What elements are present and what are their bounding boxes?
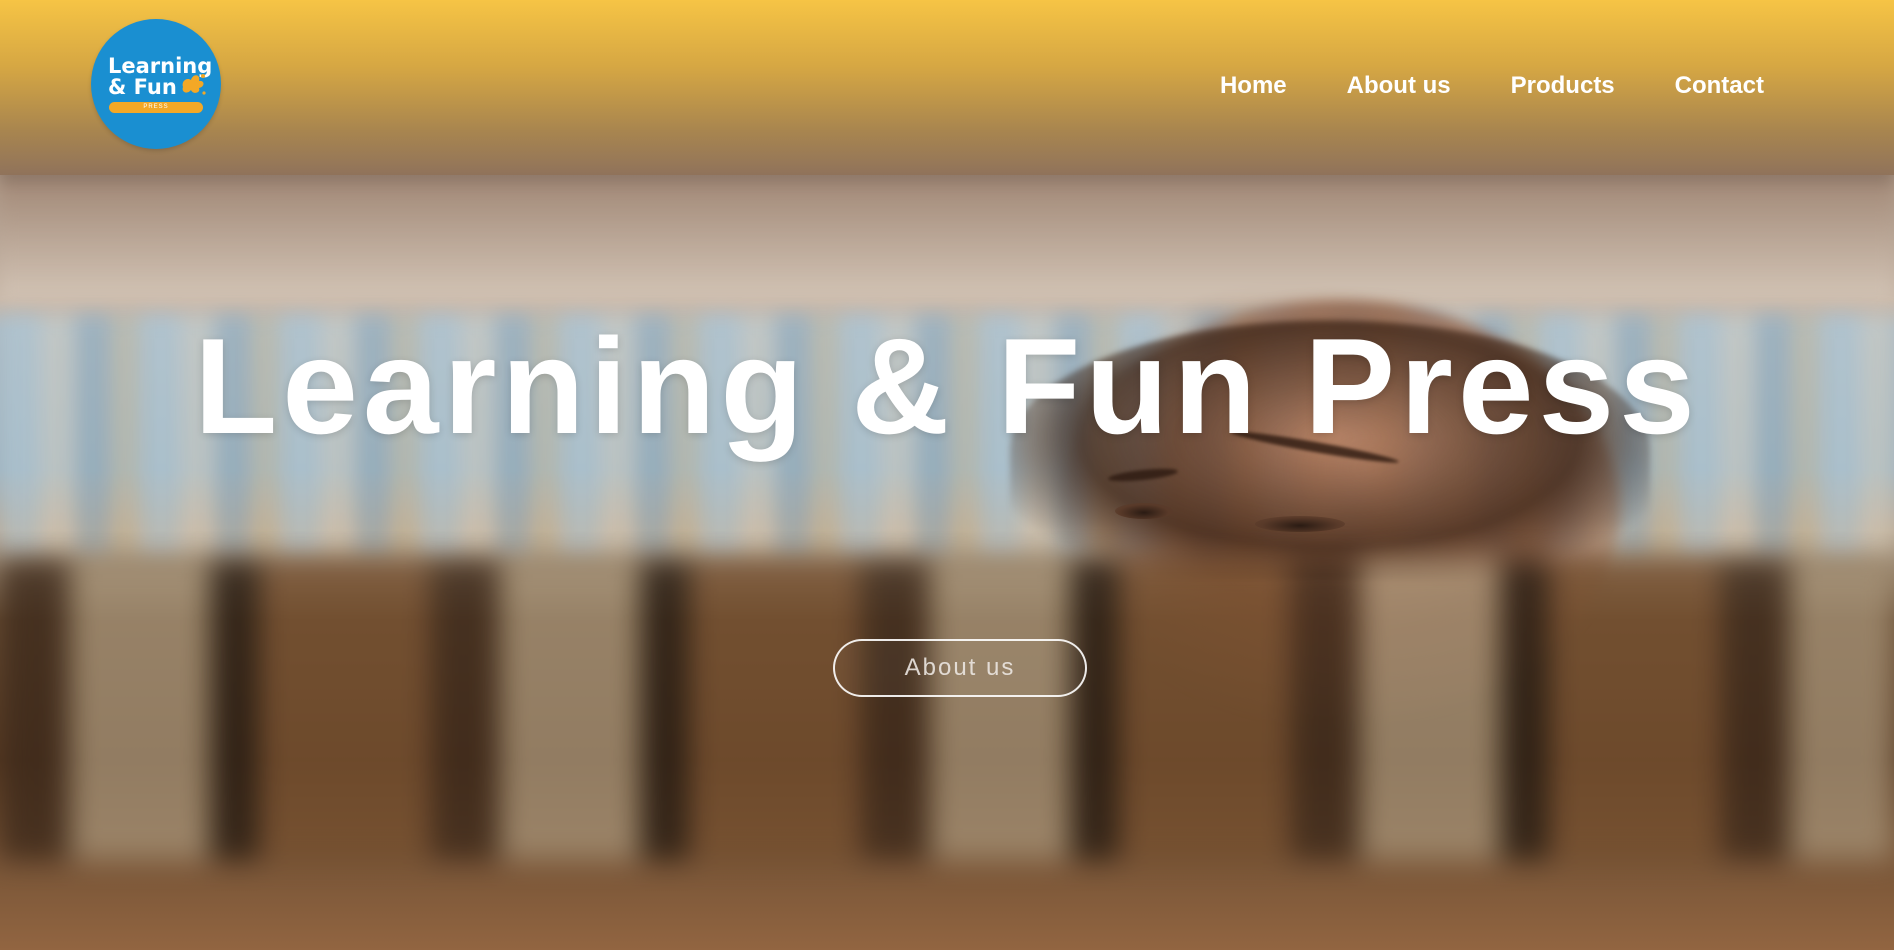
nav-products-link[interactable]: Products xyxy=(1511,72,1615,100)
logo-subtitle-bar: PRESS xyxy=(109,101,203,113)
about-us-button[interactable]: About us xyxy=(833,639,1087,697)
nav-about-us-link[interactable]: About us xyxy=(1347,72,1451,100)
reader-right-eye xyxy=(1255,516,1345,532)
reader-left-eye xyxy=(1115,503,1173,519)
foreground-books xyxy=(0,560,1894,860)
paint-splash-icon xyxy=(182,74,206,95)
nav-home-link[interactable]: Home xyxy=(1220,72,1287,100)
hero-title: Learning & Fun Press xyxy=(194,310,1700,462)
site-header: Learning & Fun PRESS Home About us Produ… xyxy=(0,0,1894,175)
site-logo[interactable]: Learning & Fun PRESS xyxy=(91,19,221,149)
landing-page: Learning & Fun PRESS Home About us Produ… xyxy=(0,0,1894,950)
nav-contact-link[interactable]: Contact xyxy=(1675,72,1764,100)
bookshelf-ledge xyxy=(0,170,1894,300)
main-navigation: Home About us Products Contact xyxy=(1220,72,1764,100)
